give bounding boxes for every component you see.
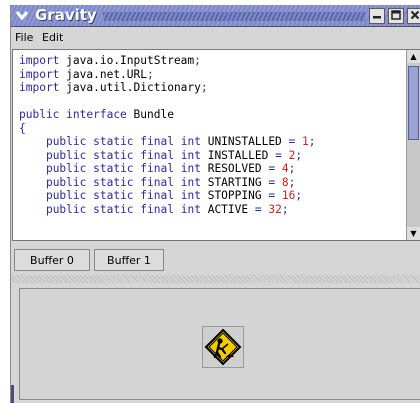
code-line: public interface Bundle [19,108,174,121]
tab-buffer-0[interactable]: Buffer 0 [14,249,90,271]
construction-worker-icon [202,326,244,368]
preview-area [19,288,420,400]
buffer-tabs: Buffer 0 Buffer 1 [11,244,420,274]
code-line: public static final int STOPPING = 16; [45,189,303,202]
chevron-down-icon [15,7,29,25]
code-text[interactable]: import java.io.InputStream; import java.n… [19,54,404,216]
window-title: Gravity [35,6,97,24]
scroll-up-button[interactable]: ▲ [407,50,420,63]
code-line: import java.io.InputStream; [19,54,201,67]
window-edge-accent [11,385,14,403]
maximize-icon [391,9,401,23]
code-line: public static final int STARTING = 8; [45,175,296,189]
close-button[interactable] [407,8,420,24]
title-bar-decoration [103,12,365,21]
minimize-button[interactable] [369,8,385,24]
code-line: public static final int INSTALLED = 2; [45,148,303,162]
bottom-panel [11,285,420,403]
arrow-up-icon: ▲ [410,52,417,61]
code-line: public static final int UNINSTALLED = 1; [45,135,316,148]
code-line: import java.util.Dictionary; [19,81,208,94]
code-line: public static final int RESOLVED = 4; [45,162,296,175]
code-line: public static final int ACTIVE = 32; [45,202,289,216]
vertical-scrollbar[interactable]: ▲ ▼ [406,50,420,240]
app-window: Gravity File Edit import java.io.InputSt… [10,5,420,403]
code-line: import java.net.URL; [19,67,154,81]
scrollbar-thumb[interactable] [408,66,419,140]
close-icon [410,10,420,23]
menu-file[interactable]: File [15,31,33,44]
tab-buffer-1[interactable]: Buffer 1 [94,249,164,271]
minimize-icon [372,10,382,23]
maximize-button[interactable] [388,8,404,24]
menu-edit[interactable]: Edit [42,31,63,44]
menu-bar: File Edit [11,28,420,48]
code-editor[interactable]: import java.io.InputStream; import java.n… [12,49,420,241]
title-bar[interactable]: Gravity [11,5,420,27]
arrow-down-icon: ▼ [410,229,417,238]
split-pane-divider[interactable] [11,275,420,283]
code-line: { [19,121,26,135]
window-menu-button[interactable] [13,7,31,25]
scroll-down-button[interactable]: ▼ [407,227,420,240]
